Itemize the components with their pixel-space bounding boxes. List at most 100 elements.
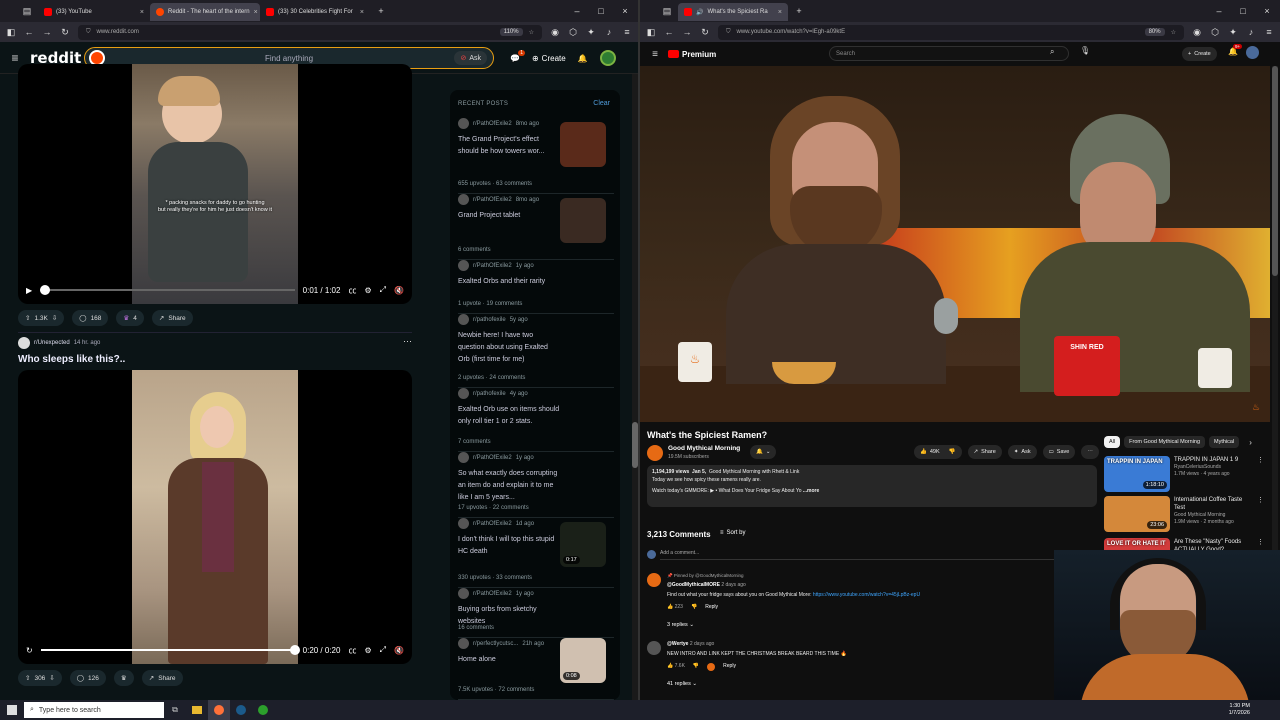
taskbar-search[interactable]: ⌕ Type here to search bbox=[24, 702, 164, 718]
recommended-title[interactable]: TRAPPIN IN JAPAN 1 9 bbox=[1174, 456, 1254, 464]
captions-icon[interactable]: ㏄ bbox=[348, 645, 356, 656]
puzzle-icon[interactable]: ✦ bbox=[1228, 27, 1238, 38]
recent-post-subreddit[interactable]: r/pathofexile bbox=[473, 317, 506, 323]
vote-pill[interactable]: ⇧ 306 ⇩ bbox=[18, 670, 62, 686]
recommended-channel[interactable]: Good Mythical Morning bbox=[1174, 512, 1254, 519]
sidebar-icon[interactable]: ◧ bbox=[646, 27, 656, 38]
maximize-icon[interactable]: □ bbox=[596, 6, 606, 16]
description-link[interactable]: Watch today's GMMORE: ▶ • What Does Your… bbox=[652, 488, 802, 494]
author-name[interactable]: @Wertye bbox=[667, 641, 688, 647]
zoom-badge[interactable]: 110% bbox=[499, 28, 523, 36]
chip-mythical[interactable]: Mythical bbox=[1209, 436, 1240, 448]
star-icon[interactable]: ☆ bbox=[1171, 29, 1176, 36]
recommended-video[interactable]: TRAPPIN IN JAPAN 1:18:10 TRAPPIN IN JAPAN … bbox=[1104, 456, 1264, 492]
new-tab-icon[interactable]: + bbox=[794, 6, 804, 16]
notification-icon[interactable]: 🔔 bbox=[578, 54, 588, 63]
recent-post-item[interactable]: r/PathOfExile2 1y ago So what exactly does… bbox=[458, 452, 614, 518]
replies-toggle[interactable]: 3 replies ⌄ bbox=[667, 622, 694, 628]
xbox-icon[interactable] bbox=[252, 700, 274, 720]
recent-post-item[interactable]: r/PathOfExile2 1y ago Buying orbs from ske… bbox=[458, 588, 614, 638]
channel-name[interactable]: Good Mythical Morning bbox=[668, 445, 740, 452]
more-vertical-icon[interactable]: ⋮ bbox=[1257, 538, 1264, 546]
zoom-badge[interactable]: 80% bbox=[1144, 28, 1165, 36]
hamburger-icon[interactable]: ≡ bbox=[650, 49, 660, 60]
pocket-icon[interactable]: ⬡ bbox=[568, 27, 578, 38]
award-button[interactable]: ♛ bbox=[113, 670, 134, 686]
firefox-icon[interactable] bbox=[208, 700, 230, 720]
share-button[interactable]: ↗ Share bbox=[141, 670, 183, 686]
recent-post-item[interactable]: r/PathOfExile2 1y ago Exalted Orbs and the… bbox=[458, 260, 614, 314]
youtube-logo[interactable]: Premium bbox=[668, 50, 716, 59]
speaker-icon[interactable]: 🔊 bbox=[696, 9, 703, 16]
recent-post-subreddit[interactable]: r/perfectlycutsc... bbox=[473, 641, 518, 647]
minimize-icon[interactable]: – bbox=[1214, 6, 1224, 16]
add-comment-input[interactable]: Add a comment... bbox=[660, 550, 1100, 560]
tab-youtube[interactable]: (33) YouTube × bbox=[38, 3, 150, 21]
url-bar[interactable]: ⛉ www.reddit.com 110% ☆ bbox=[78, 24, 542, 40]
recent-post-title[interactable]: Exalted Orbs and their rarity bbox=[458, 276, 560, 288]
scrollbar-thumb[interactable] bbox=[1272, 66, 1278, 276]
video-player-1[interactable]: * packing snacks for daddy to go hunting… bbox=[18, 64, 412, 304]
tab-youtube-celebrities[interactable]: (33) 30 Celebrities Fight For × bbox=[260, 3, 370, 21]
create-button[interactable]: + Create bbox=[1182, 47, 1217, 61]
settings-icon[interactable]: ⚙ bbox=[364, 646, 371, 655]
captions-icon[interactable]: ㏄ bbox=[348, 285, 356, 296]
volume-icon[interactable]: ♪ bbox=[604, 27, 614, 37]
mute-icon[interactable]: 🔇 bbox=[394, 286, 404, 295]
progress-handle[interactable] bbox=[289, 645, 300, 655]
recent-post-subreddit[interactable]: r/PathOfExile2 bbox=[473, 591, 512, 597]
reload-icon[interactable]: ↻ bbox=[60, 27, 70, 38]
close-window-icon[interactable]: × bbox=[620, 6, 630, 16]
recent-post-item[interactable]: r/PathOfExile2 1d ago I don't think I will… bbox=[458, 518, 614, 588]
fullscreen-icon[interactable]: ⤢ bbox=[380, 645, 386, 655]
overflow-menu-icon[interactable]: ⋯ bbox=[403, 336, 412, 347]
forward-icon[interactable]: → bbox=[42, 27, 52, 37]
system-clock[interactable]: 1:30 PM 1/7/2026 bbox=[1229, 703, 1250, 717]
share-button[interactable]: ↗ Share bbox=[967, 445, 1002, 459]
recent-post-title[interactable]: I don't think I will top this stupid HC … bbox=[458, 534, 560, 558]
fullscreen-icon[interactable]: ⤢ bbox=[380, 285, 386, 295]
description-box[interactable]: 1,194,199 views Jan 5, Good Mythical Mor… bbox=[647, 465, 1097, 507]
like-button[interactable]: 👍 7.6K bbox=[667, 663, 685, 671]
recommended-channel[interactable]: RyanCeleriusSounds bbox=[1174, 464, 1254, 471]
share-button[interactable]: ↗ Share bbox=[151, 310, 193, 326]
extension-icon[interactable]: ◉ bbox=[550, 27, 560, 38]
search-icon[interactable]: ⌕ bbox=[1050, 47, 1054, 57]
play-icon[interactable]: ▶ bbox=[26, 286, 32, 295]
recommended-title[interactable]: International Coffee Taste Test bbox=[1174, 496, 1254, 512]
recent-post-subreddit[interactable]: r/PathOfExile2 bbox=[473, 197, 512, 203]
recent-post-thumbnail[interactable] bbox=[560, 198, 606, 243]
recommended-thumbnail[interactable]: TRAPPIN IN JAPAN 1:18:10 bbox=[1104, 456, 1170, 492]
ask-button[interactable]: ⊘ Ask bbox=[454, 51, 487, 65]
recent-post-item[interactable]: r/pathofexile 4y ago Exalted Orb use on it… bbox=[458, 388, 614, 452]
tab-youtube-ramen[interactable]: 🔊 What's the Spiciest Ra × bbox=[678, 3, 788, 21]
replies-toggle[interactable]: 41 replies ⌄ bbox=[667, 681, 697, 687]
recommended-thumbnail[interactable]: 23:06 bbox=[1104, 496, 1170, 532]
menu-icon[interactable]: ≡ bbox=[1264, 27, 1274, 37]
create-button[interactable]: ⊕ Create bbox=[532, 54, 566, 63]
recent-post-title[interactable]: Grand Project tablet bbox=[458, 210, 560, 222]
chat-button[interactable]: 💬 1 bbox=[510, 49, 525, 63]
more-vertical-icon[interactable]: ⋮ bbox=[1257, 496, 1264, 504]
close-icon[interactable]: × bbox=[360, 9, 364, 16]
dislike-icon[interactable]: 👎 bbox=[693, 663, 699, 671]
downvote-icon[interactable]: ⇩ bbox=[49, 674, 54, 682]
recent-post-thumbnail[interactable]: 0:17 bbox=[560, 522, 606, 567]
more-link[interactable]: ...more bbox=[803, 488, 819, 494]
more-vertical-icon[interactable]: ⋮ bbox=[1257, 456, 1264, 464]
recent-post-item[interactable]: r/PathOfExile2 8mo ago The Grand Project's… bbox=[458, 118, 614, 194]
pocket-icon[interactable]: ⬡ bbox=[1210, 27, 1220, 38]
avatar[interactable] bbox=[1246, 46, 1259, 59]
recent-post-title[interactable]: The Grand Project's effect should be how… bbox=[458, 134, 560, 158]
recent-post-item[interactable]: r/pathofexile 5y ago Newbie here! I have t… bbox=[458, 314, 614, 388]
video-player-2[interactable]: ↻ 0:20 / 0:20 ㏄ ⚙ ⤢ 🔇 bbox=[18, 370, 412, 664]
reload-icon[interactable]: ↻ bbox=[700, 27, 710, 38]
downvote-icon[interactable]: ⇩ bbox=[52, 314, 57, 322]
recent-post-subreddit[interactable]: r/pathofexile bbox=[473, 391, 506, 397]
recent-post-subreddit[interactable]: r/PathOfExile2 bbox=[473, 521, 512, 527]
volume-icon[interactable]: ♪ bbox=[1246, 27, 1256, 37]
recent-post-subreddit[interactable]: r/PathOfExile2 bbox=[473, 455, 512, 461]
like-button[interactable]: 👍 223 bbox=[667, 604, 683, 610]
comments-button[interactable]: ◯ 168 bbox=[72, 310, 109, 326]
award-button[interactable]: ♛ 4 bbox=[116, 310, 144, 326]
